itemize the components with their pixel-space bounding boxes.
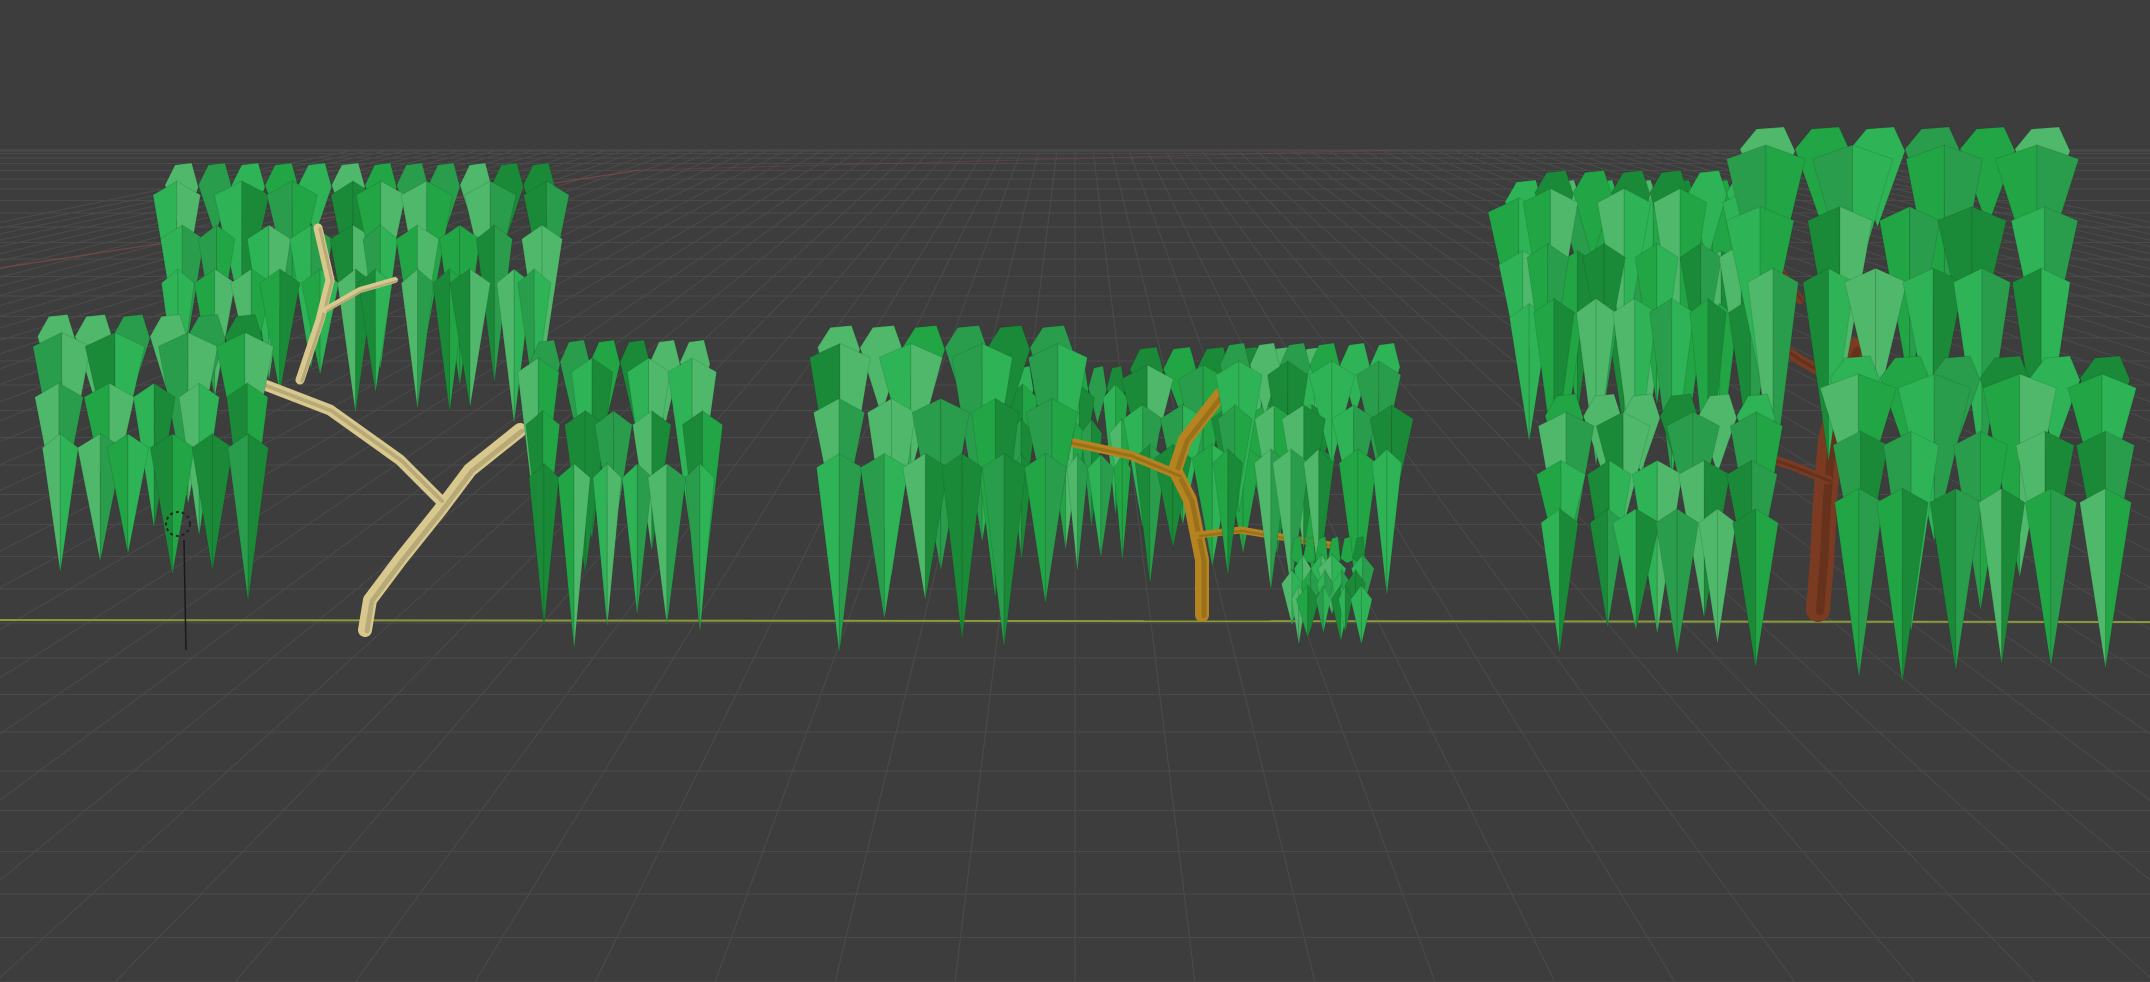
3d-viewport[interactable] [0,0,2150,982]
viewport-canvas[interactable] [0,0,2150,982]
